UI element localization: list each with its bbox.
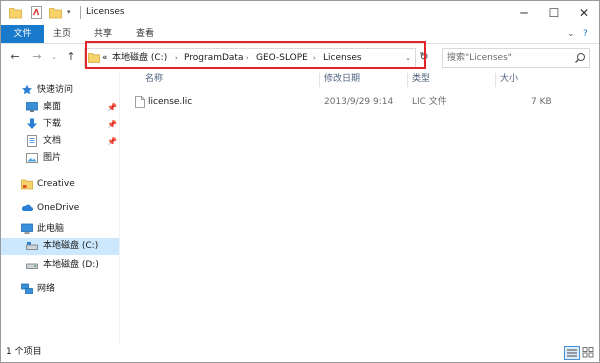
drive-icon xyxy=(26,263,38,269)
tab-view[interactable]: 查看 xyxy=(136,25,154,43)
search-icon[interactable] xyxy=(574,52,586,64)
computer-icon xyxy=(21,223,33,234)
tab-file[interactable]: 文件 xyxy=(1,25,44,43)
column-header-modified[interactable]: 修改日期 xyxy=(324,72,360,87)
sidebar-item-label: 网络 xyxy=(37,284,56,294)
folder-icon xyxy=(21,179,33,190)
sidebar-item-documents[interactable]: 文档 📌 xyxy=(1,133,119,150)
document-icon xyxy=(27,135,37,147)
file-modified: 2013/9/29 9:14 xyxy=(324,97,394,107)
recent-locations-button[interactable]: ⌄ xyxy=(50,50,58,64)
file-size: 7 KB xyxy=(531,97,552,107)
sidebar-item-pictures[interactable]: 图片 xyxy=(1,150,119,167)
breadcrumb-geo-slope[interactable]: GEO-SLOPE xyxy=(256,49,308,67)
column-divider[interactable] xyxy=(495,73,496,87)
customize-quick-access-icon[interactable]: ▾ xyxy=(67,6,74,19)
tab-home[interactable]: 主页 xyxy=(53,25,71,43)
file-name: license.lic xyxy=(148,97,193,107)
sidebar-item-onedrive[interactable]: OneDrive xyxy=(1,200,119,217)
expand-ribbon-icon[interactable]: ⌄ xyxy=(567,28,575,40)
search-placeholder: 搜索"Licenses" xyxy=(447,53,512,63)
column-divider[interactable] xyxy=(407,73,408,87)
navigation-pane: 快速访问 桌面 📌 下载 📌 文档 📌 图片 Creative OneDrive… xyxy=(1,71,119,343)
sidebar-item-quick-access[interactable]: 快速访问 xyxy=(1,82,119,99)
breadcrumb-overflow[interactable]: « xyxy=(102,49,108,67)
sidebar-item-label: 此电脑 xyxy=(37,224,65,234)
title-divider xyxy=(80,6,81,19)
sidebar-item-label: Creative xyxy=(37,179,75,189)
address-dropdown-icon[interactable]: ⌄ xyxy=(403,49,413,67)
desktop-icon xyxy=(26,102,38,112)
sidebar-item-label: 文档 xyxy=(43,136,62,146)
file-type: LIC 文件 xyxy=(412,97,447,107)
sidebar-item-this-pc[interactable]: 此电脑 xyxy=(1,221,119,238)
address-bar[interactable]: « 本地磁盘 (C:) › ProgramData › GEO-SLOPE › … xyxy=(84,48,416,68)
properties-icon[interactable] xyxy=(31,6,42,19)
sidebar-item-downloads[interactable]: 下载 📌 xyxy=(1,116,119,133)
download-icon xyxy=(27,118,37,129)
drive-icon xyxy=(26,242,38,250)
item-count: 1 个项目 xyxy=(6,347,42,357)
sidebar-item-creative[interactable]: Creative xyxy=(1,176,119,193)
ribbon-tabs: 文件 主页 共享 查看 ⌄ ? xyxy=(1,25,599,44)
window-title: Licenses xyxy=(86,7,125,17)
close-button[interactable]: ✕ xyxy=(569,1,599,25)
column-divider[interactable] xyxy=(319,73,320,87)
breadcrumb-separator[interactable]: › xyxy=(175,49,178,67)
status-bar: 1 个项目 xyxy=(1,343,599,362)
star-icon xyxy=(22,84,32,95)
pin-icon[interactable]: 📌 xyxy=(107,136,117,147)
details-view-icon[interactable] xyxy=(564,346,580,360)
refresh-button[interactable]: ↻ xyxy=(417,49,431,65)
breadcrumb-licenses[interactable]: Licenses xyxy=(323,49,362,67)
up-button[interactable]: ↑ xyxy=(65,50,77,64)
large-icons-view-icon[interactable] xyxy=(581,346,595,358)
breadcrumb-local-disk-c[interactable]: 本地磁盘 (C:) xyxy=(112,49,167,67)
sidebar-item-label: 下载 xyxy=(43,119,62,129)
sidebar-item-label: OneDrive xyxy=(37,203,80,213)
breadcrumb-separator[interactable]: › xyxy=(246,49,249,67)
column-header-size[interactable]: 大小 xyxy=(500,72,518,87)
search-input[interactable]: 搜索"Licenses" xyxy=(442,48,590,68)
sidebar-item-desktop[interactable]: 桌面 📌 xyxy=(1,99,119,116)
cloud-icon xyxy=(21,204,33,211)
folder-icon[interactable] xyxy=(9,6,22,19)
sidebar-item-local-disk-d[interactable]: 本地磁盘 (D:) xyxy=(1,257,119,274)
sidebar-item-label: 本地磁盘 (D:) xyxy=(43,260,99,270)
back-button[interactable]: ← xyxy=(9,50,21,64)
sidebar-item-label: 图片 xyxy=(43,153,62,163)
column-header-type[interactable]: 类型 xyxy=(412,72,430,87)
title-bar: ▾ Licenses ─ ☐ ✕ xyxy=(1,1,599,25)
minimize-button[interactable]: ─ xyxy=(509,1,539,25)
help-icon[interactable]: ? xyxy=(583,28,588,40)
pin-icon[interactable]: 📌 xyxy=(107,102,117,113)
maximize-button[interactable]: ☐ xyxy=(539,1,569,25)
column-header-name[interactable]: 名称 xyxy=(145,72,163,87)
pin-icon[interactable]: 📌 xyxy=(107,119,117,130)
sidebar-item-label: 桌面 xyxy=(43,102,62,112)
explorer-window: ▾ Licenses ─ ☐ ✕ 文件 主页 共享 查看 ⌄ ? ← → ⌄ ↑… xyxy=(0,0,600,363)
breadcrumb-separator[interactable]: › xyxy=(313,49,316,67)
sidebar-item-label: 快速访问 xyxy=(37,85,74,95)
sidebar-item-local-disk-c[interactable]: 本地磁盘 (C:) xyxy=(1,238,119,255)
file-row[interactable]: license.lic 2013/9/29 9:14 LIC 文件 7 KB xyxy=(131,94,556,110)
file-icon xyxy=(135,96,145,108)
tab-share[interactable]: 共享 xyxy=(94,25,112,43)
network-icon xyxy=(21,283,33,294)
breadcrumb-programdata[interactable]: ProgramData xyxy=(184,49,243,67)
sidebar-item-network[interactable]: 网络 xyxy=(1,281,119,298)
folder-icon xyxy=(88,53,100,63)
sidebar-item-label: 本地磁盘 (C:) xyxy=(43,241,99,251)
new-folder-icon[interactable] xyxy=(49,6,62,19)
forward-button[interactable]: → xyxy=(31,50,43,64)
picture-icon xyxy=(26,153,38,163)
address-row: ← → ⌄ ↑ « 本地磁盘 (C:) › ProgramData › GEO-… xyxy=(1,43,599,71)
pane-divider[interactable] xyxy=(119,71,120,343)
